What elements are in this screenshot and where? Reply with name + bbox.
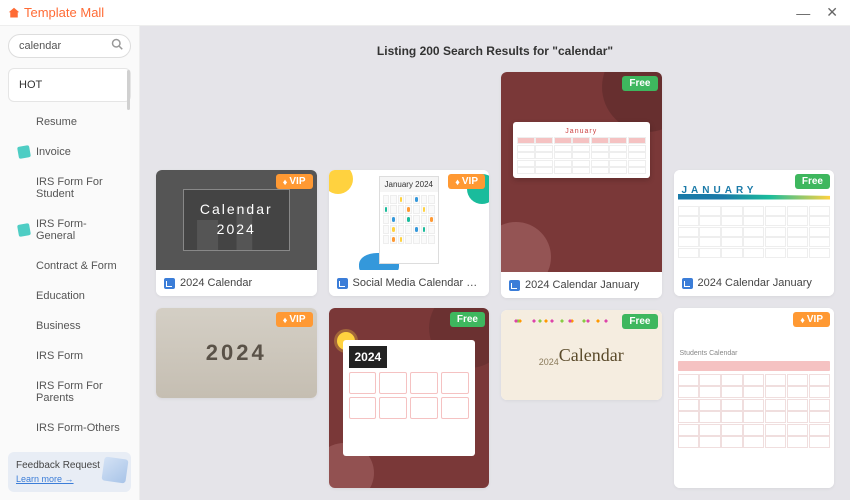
category-education[interactable]: Education [8,282,131,310]
free-badge: Free [795,174,830,189]
template-card[interactable]: Free January 2024 Calendar January [501,72,662,298]
vip-badge: VIP [276,312,313,327]
thumbnail: January [501,72,662,272]
app-logo: Template Mall [8,5,104,20]
feedback-banner[interactable]: Feedback Request Learn more [8,452,131,492]
template-card[interactable]: VIP Students Calendar [674,308,835,488]
file-icon [337,278,348,289]
category-invoice[interactable]: Invoice [8,138,131,166]
free-badge: Free [622,314,657,329]
vip-badge: VIP [276,174,313,189]
search-box [8,34,131,58]
vip-badge: VIP [448,174,485,189]
template-card[interactable]: Free 2024 [329,308,490,488]
sidebar: HOT Resume Invoice IRS Form For Student … [0,26,140,500]
main-content: Listing 200 Search Results for "calendar… [140,26,850,500]
category-hot[interactable]: HOT [8,68,131,102]
close-button[interactable]: ✕ [822,4,842,21]
file-icon [682,278,693,289]
card-caption: 2024 Calendar [156,270,317,296]
template-card[interactable]: VIP 2024 [156,308,317,398]
free-badge: Free [450,312,485,327]
category-irs-general[interactable]: IRS Form-General [8,210,131,250]
thumbnail: Students Calendar [674,308,835,488]
template-card[interactable]: VIP Calendar2024 2024 Calendar [156,170,317,296]
feedback-icon [101,456,128,483]
category-resume[interactable]: Resume [8,108,131,136]
file-icon [164,278,175,289]
template-card[interactable]: Free 2024 Calendar [501,310,662,400]
free-badge: Free [622,76,657,91]
category-contract[interactable]: Contract & Form [8,252,131,280]
card-caption: 2024 Calendar January [501,272,662,298]
pin-icon [17,223,31,237]
results-heading: Listing 200 Search Results for "calendar… [140,26,850,72]
category-business[interactable]: Business [8,312,131,340]
titlebar: Template Mall — ✕ [0,0,850,26]
card-caption: 2024 Calendar January [674,270,835,296]
category-irs-parents[interactable]: IRS Form For Parents [8,372,131,412]
pin-icon [17,145,31,159]
results-grid: VIP Calendar2024 2024 Calendar VIP 2024 … [140,72,850,500]
category-irs-student[interactable]: IRS Form For Student [8,168,131,208]
card-caption: Social Media Calendar 202... [329,270,490,296]
minimize-button[interactable]: — [792,5,814,21]
file-icon [509,280,520,291]
home-icon [8,7,20,19]
category-list: HOT Resume Invoice IRS Form For Student … [8,68,131,446]
template-card[interactable]: Free JANUARY 2024 Calendar January [674,170,835,296]
search-icon[interactable] [111,37,123,55]
category-irs-others[interactable]: IRS Form-Others [8,414,131,442]
template-card[interactable]: VIP January 2024 Social Media Calendar 2… [329,170,490,296]
app-title: Template Mall [24,5,104,20]
thumbnail: 2024 [329,308,490,488]
category-irs-form[interactable]: IRS Form [8,342,131,370]
vip-badge: VIP [793,312,830,327]
